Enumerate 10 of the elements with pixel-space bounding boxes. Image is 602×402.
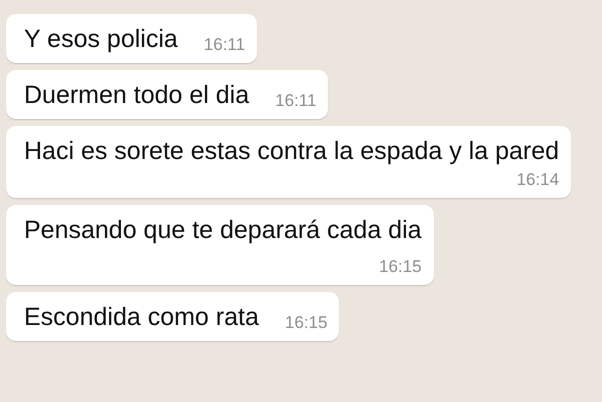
message-text: Haci es sorete estas contra la espada y la pared bbox=[24, 136, 560, 167]
message-text: Pensando que te deparará cada dia bbox=[24, 215, 422, 246]
message-time: 16:11 bbox=[275, 90, 316, 112]
message-time: 16:15 bbox=[379, 256, 422, 278]
message-time: 16:14 bbox=[516, 169, 560, 191]
message-time: 16:15 bbox=[284, 312, 328, 334]
message-text: Escondida como rata bbox=[24, 302, 259, 333]
message-text: Duermen todo el dia bbox=[24, 80, 250, 111]
message-time: 16:11 bbox=[204, 34, 246, 56]
message-text: Y esos policia bbox=[24, 24, 178, 55]
